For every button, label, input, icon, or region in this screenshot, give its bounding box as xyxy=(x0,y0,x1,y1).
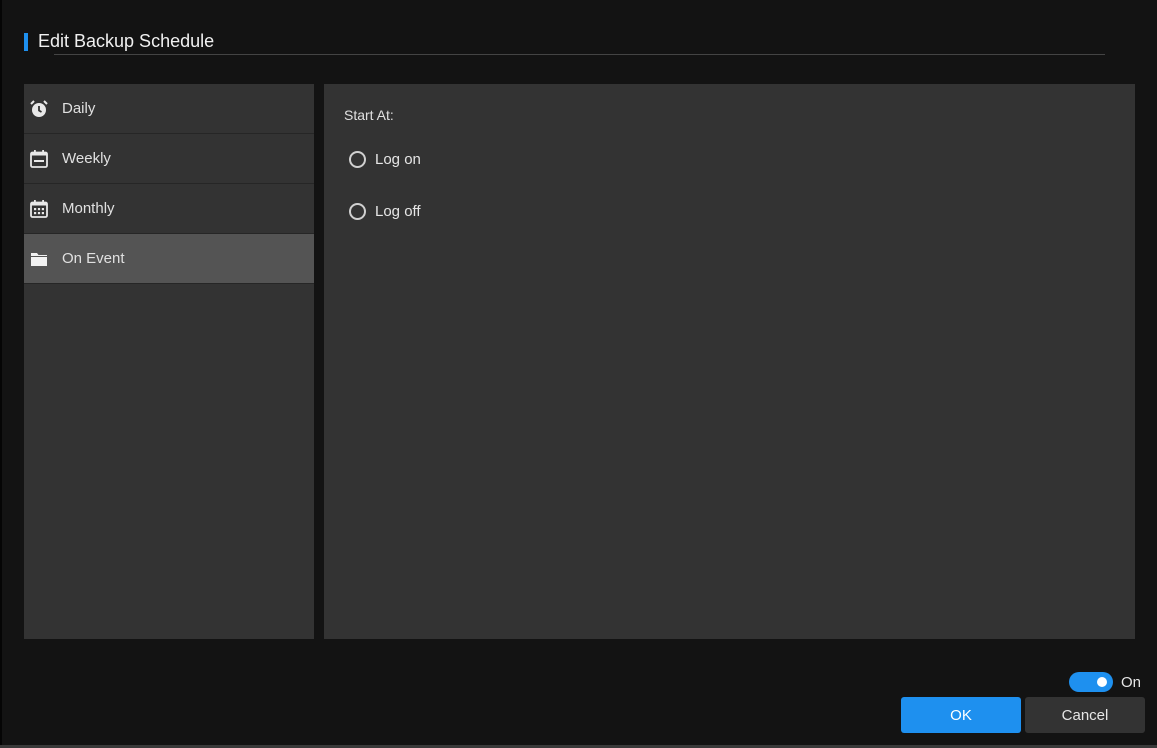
sidebar-item-label: On Event xyxy=(62,250,125,267)
sidebar-item-label: Daily xyxy=(62,100,96,117)
calendar-month-icon xyxy=(29,199,49,219)
radio-circle-icon[interactable] xyxy=(349,203,366,220)
toggle-label: On xyxy=(1121,674,1142,691)
sidebar-item-monthly[interactable]: Monthly xyxy=(24,184,314,234)
schedule-toggle[interactable] xyxy=(1069,672,1113,692)
radio-circle-icon[interactable] xyxy=(349,151,366,168)
event-options-panel: Start At: Log on Log off xyxy=(324,84,1135,639)
alarm-clock-icon xyxy=(29,99,49,119)
sidebar-item-daily[interactable]: Daily xyxy=(24,84,314,134)
radio-label: Log on xyxy=(375,151,421,168)
toggle-knob xyxy=(1097,677,1107,687)
window-edge xyxy=(0,0,2,748)
cancel-button[interactable]: Cancel xyxy=(1025,697,1145,733)
sidebar-item-on-event[interactable]: On Event xyxy=(24,234,314,284)
radio-log-on[interactable]: Log on xyxy=(349,151,421,168)
title-divider xyxy=(54,54,1105,55)
sidebar-item-label: Monthly xyxy=(62,200,115,217)
radio-log-off[interactable]: Log off xyxy=(349,203,421,220)
schedule-type-sidebar: Daily Weekly Monthly On Event xyxy=(24,84,314,639)
folder-icon xyxy=(29,249,49,269)
start-at-label: Start At: xyxy=(344,107,394,123)
ok-button[interactable]: OK xyxy=(901,697,1021,733)
title-accent-bar xyxy=(24,33,28,51)
sidebar-item-weekly[interactable]: Weekly xyxy=(24,134,314,184)
calendar-week-icon xyxy=(29,149,49,169)
radio-label: Log off xyxy=(375,203,421,220)
sidebar-item-label: Weekly xyxy=(62,150,111,167)
dialog-title: Edit Backup Schedule xyxy=(38,31,215,51)
